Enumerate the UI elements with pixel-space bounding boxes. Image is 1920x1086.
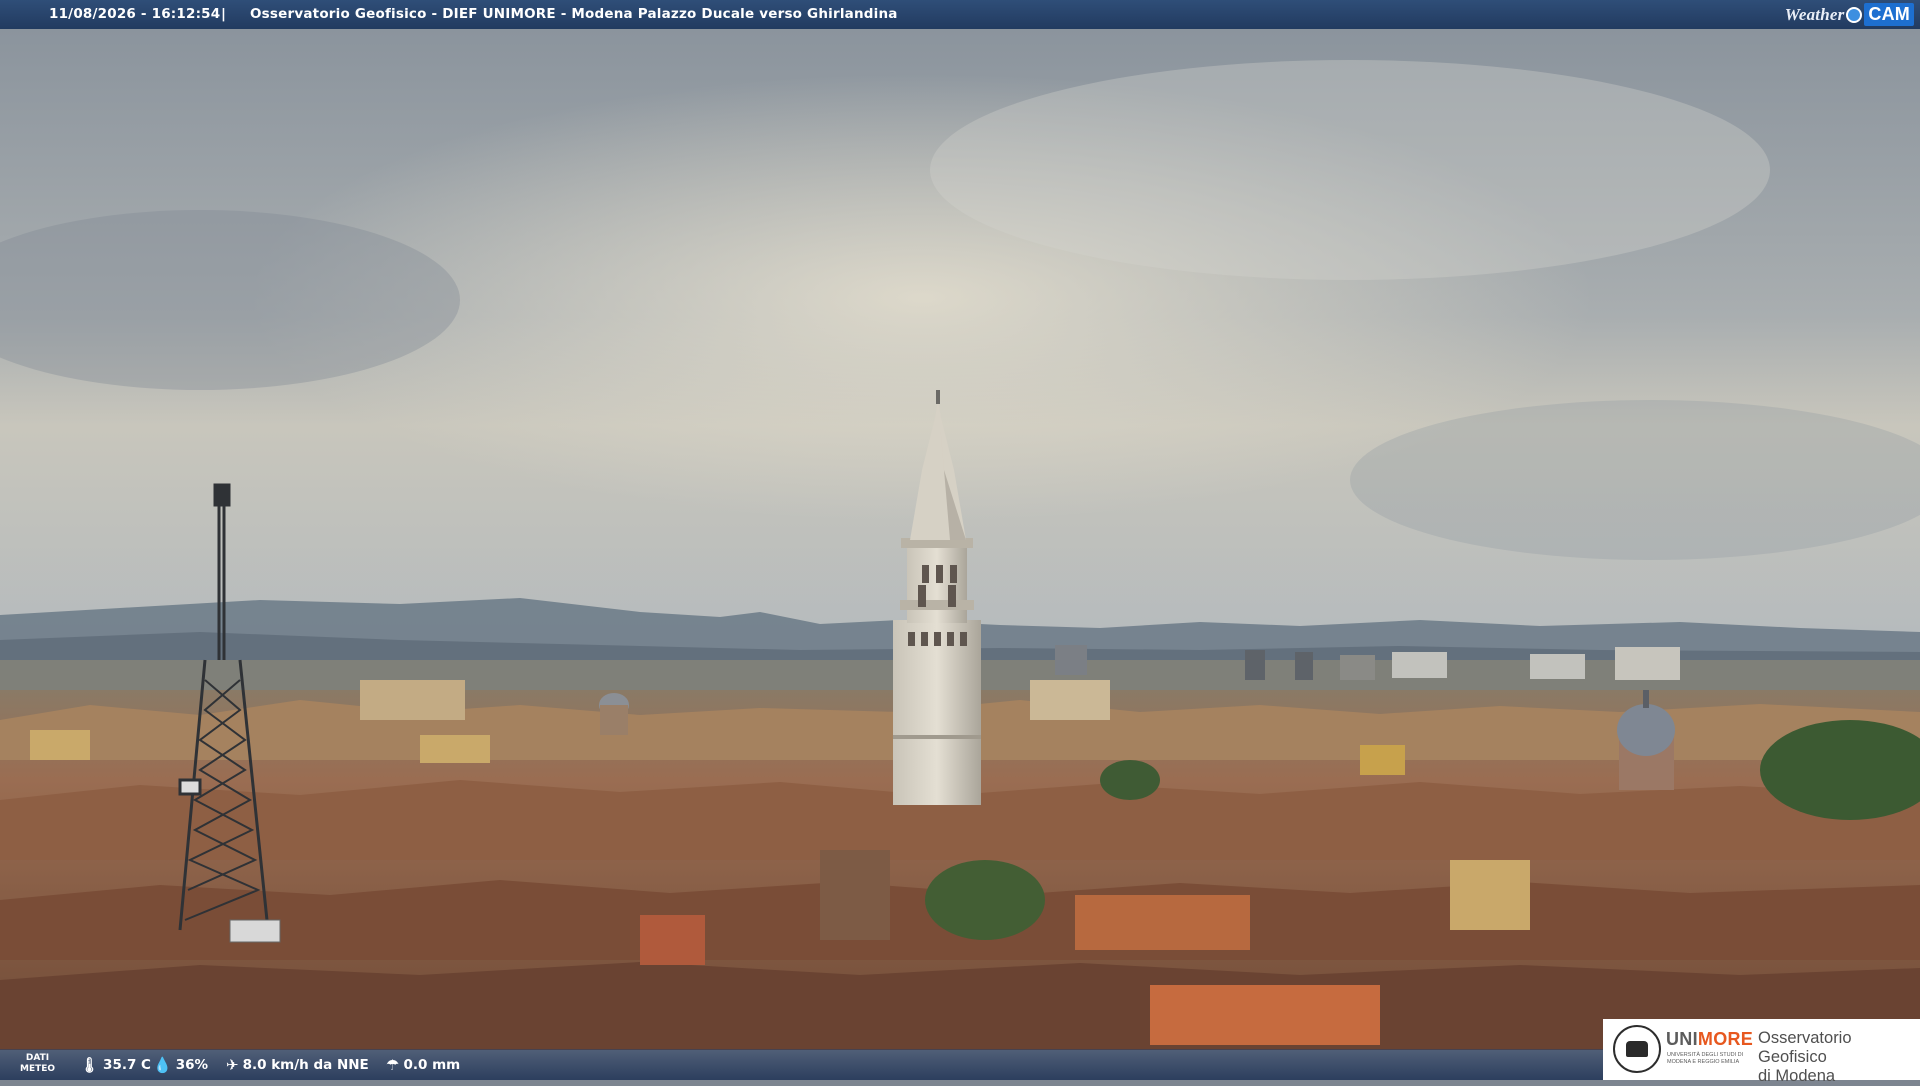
humidity-value: 36% [175, 1057, 209, 1073]
university-seal-icon [1613, 1025, 1661, 1073]
observatory-name: Osservatorio Geofisico di Modena [1758, 1029, 1852, 1085]
humidity-reading: 💧 36% [153, 1057, 208, 1073]
rain-reading: ☂ 0.0 mm [386, 1057, 460, 1073]
camera-title: Osservatorio Geofisico - DIEF UNIMORE - … [250, 6, 898, 22]
timestamp: 11/08/2026 - 16:12:54 [49, 6, 221, 22]
thermometer-icon: 🌡 [80, 1055, 100, 1074]
banner-separator: | [221, 6, 227, 22]
weathercam-logo-text: Weather [1784, 4, 1845, 24]
temperature-reading: 🌡 35.7 C [80, 1057, 151, 1073]
rain-value: 0.0 mm [403, 1057, 461, 1073]
temperature-value: 35.7 C [103, 1057, 151, 1073]
humidity-drop-icon: 💧 [153, 1055, 172, 1074]
wind-reading: ✈ 8.0 km/h da NNE [226, 1057, 369, 1073]
weathercam-logo-cam: CAM [1864, 3, 1914, 26]
top-banner: 11/08/2026 - 16:12:54 | Osservatorio Geo… [0, 0, 1920, 29]
university-subtitle: UNIVERSITÀ DEGLI STUDI DI MODENA E REGGI… [1667, 1052, 1744, 1065]
webcam-scene [0, 29, 1920, 1050]
rain-gauge-icon: ☂ [386, 1055, 400, 1074]
camera-lens-icon [1846, 6, 1863, 23]
meteo-label: DATI METEO [20, 1053, 56, 1074]
wind-icon: ✈ [226, 1055, 239, 1074]
weathercam-logo: Weather CAM [1785, 0, 1920, 29]
unimore-logo: UNIMORE UNIVERSITÀ DEGLI STUDI DI MODENA… [1603, 1019, 1920, 1085]
wind-value: 8.0 km/h da NNE [242, 1057, 369, 1073]
unimore-wordmark: UNIMORE [1666, 1029, 1754, 1049]
